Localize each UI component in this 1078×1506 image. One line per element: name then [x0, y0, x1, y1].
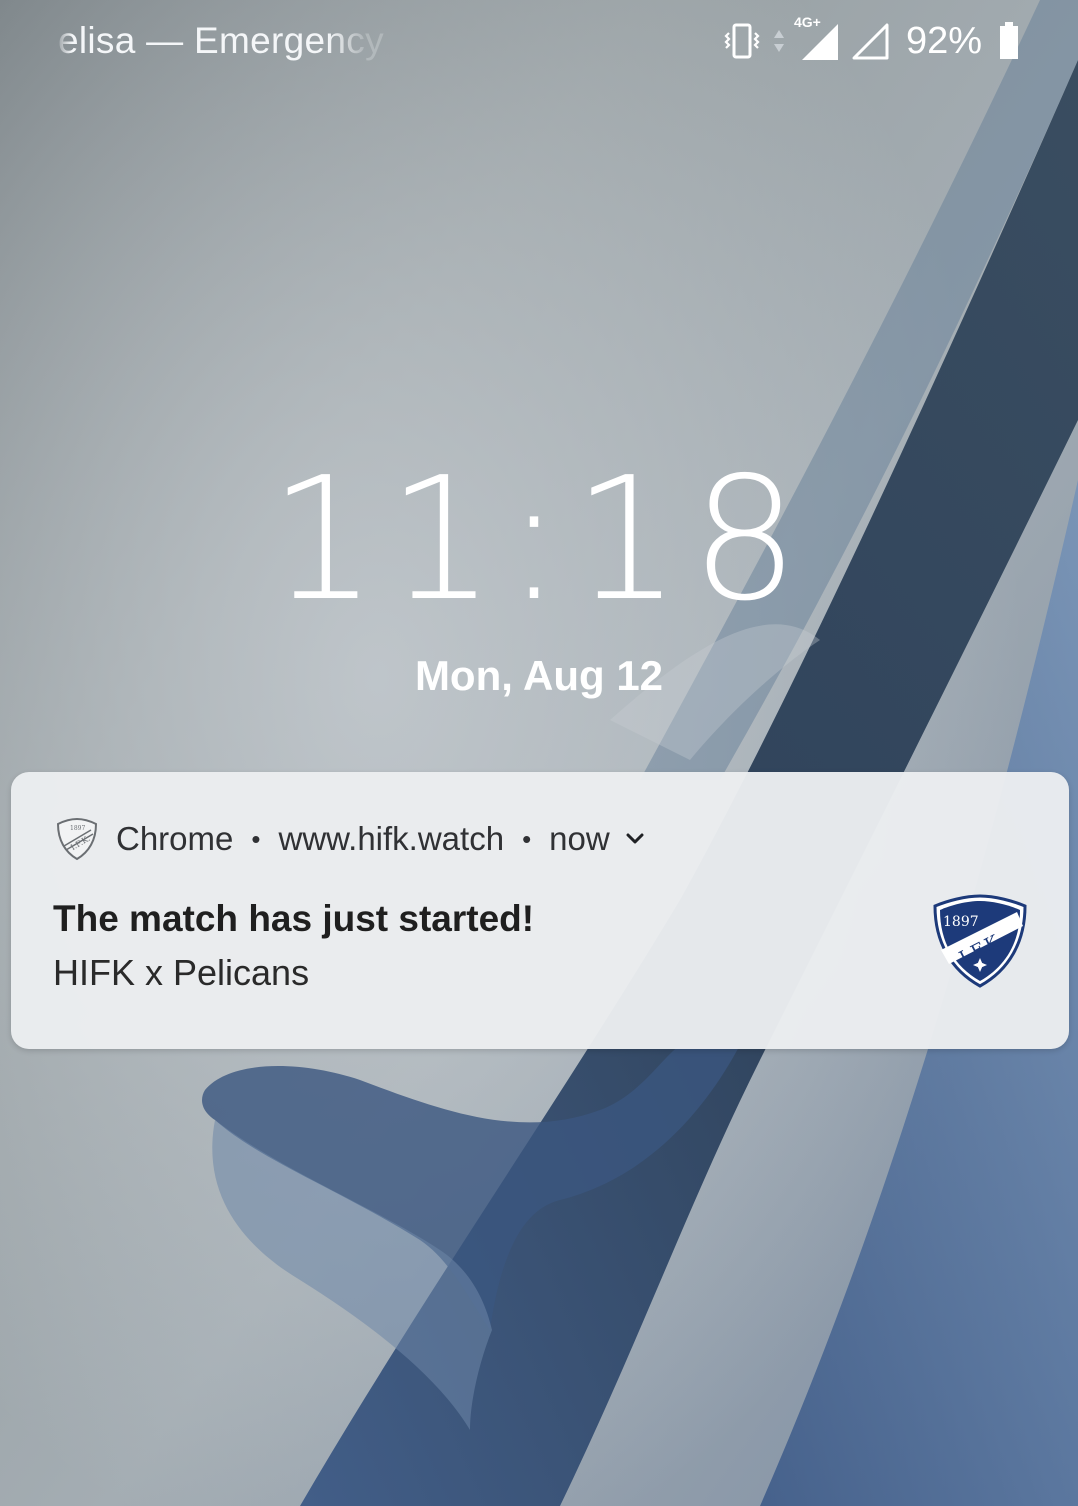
- wallpaper: [0, 0, 1078, 1506]
- hifk-crest-small-icon: 1897 I.F.K.: [56, 817, 98, 861]
- signal-4g-icon: 4G+: [794, 14, 840, 62]
- chevron-down-icon[interactable]: [624, 828, 646, 850]
- hifk-crest-icon: 1897 I.F.K.: [933, 894, 1027, 988]
- status-bar: elisa — Emergency 4G+ 92%: [0, 0, 1078, 84]
- notification-source: www.hifk.watch: [278, 820, 505, 857]
- notification-text: HIFK x Pelicans: [53, 952, 310, 993]
- battery-percent: 92%: [905, 19, 982, 62]
- crest-year: 1897: [943, 914, 979, 930]
- data-activity-icon: [773, 30, 784, 52]
- signal-empty-icon: [852, 23, 889, 60]
- lockscreen-date: Mon, Aug 12: [414, 652, 664, 699]
- vibrate-icon: [724, 23, 760, 59]
- notification-header: 1897 I.F.K. Chrome • www.hifk.watch • no…: [55, 814, 646, 864]
- separator-dot: •: [522, 823, 532, 854]
- status-icons: 4G+ 92%: [722, 14, 1020, 64]
- notification-time: now: [549, 820, 610, 857]
- lockscreen-clock: 11:18: [269, 441, 809, 639]
- carrier-label: elisa — Emergency: [58, 20, 384, 61]
- notification-card[interactable]: 1897 I.F.K. Chrome • www.hifk.watch • no…: [11, 772, 1069, 1049]
- notification-app-name: Chrome: [116, 820, 234, 857]
- battery-icon: [1000, 22, 1018, 59]
- network-type-label: 4G+: [793, 14, 821, 30]
- separator-dot: •: [251, 823, 261, 854]
- crest-small-year: 1897: [70, 825, 85, 832]
- notification-title: The match has just started!: [53, 898, 535, 939]
